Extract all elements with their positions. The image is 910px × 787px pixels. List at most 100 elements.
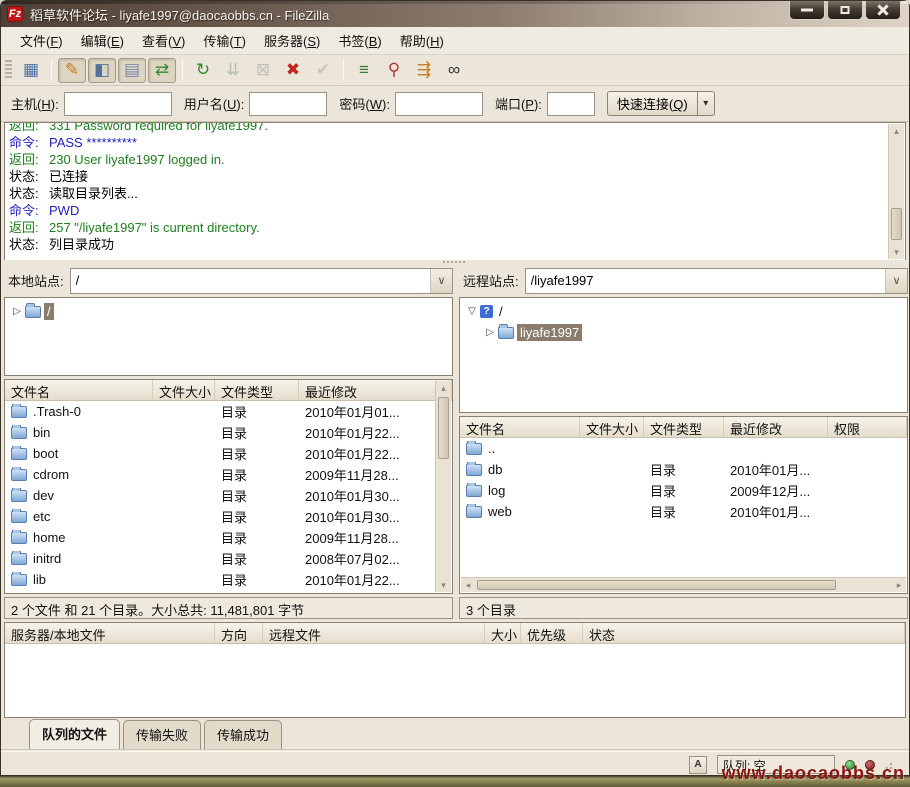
- column-header[interactable]: 远程文件: [263, 623, 485, 643]
- sync-browsing-button[interactable]: ⇶: [410, 58, 438, 83]
- scroll-down-icon[interactable]: ▾: [889, 245, 904, 259]
- home[interactable]: home 目录 2009年11月28...: [5, 527, 436, 548]
- menu-server[interactable]: 服务器(S): [255, 27, 329, 54]
- scrollbar-thumb[interactable]: [891, 208, 902, 240]
- .Trash-0[interactable]: .Trash-0 目录 2010年01月01...: [5, 401, 436, 422]
- remote-directory-tree[interactable]: ▽ ? / ▷ liyafe1997: [459, 297, 908, 413]
- scroll-right-icon[interactable]: ▸: [892, 578, 906, 592]
- column-header[interactable]: 服务器/本地文件: [5, 623, 215, 643]
- remote-tree-child-label[interactable]: liyafe1997: [517, 324, 582, 341]
- scrollbar-thumb[interactable]: [438, 397, 449, 459]
- local-file-list[interactable]: 文件名文件大小文件类型最近修改 .Trash-0 目录 2010年01月01..…: [4, 379, 453, 594]
- menu-bookmarks[interactable]: 书签(B): [329, 27, 390, 54]
- remote-tree-root[interactable]: ▽ ? /: [464, 301, 907, 322]
- message-log[interactable]: 返回: 331 Password required for liyafe1997…: [4, 122, 906, 261]
- remote-file-list[interactable]: 文件名文件大小文件类型最近修改权限 .. db 目录: [459, 416, 908, 594]
- find-files-button[interactable]: ∞: [440, 58, 468, 83]
- bin[interactable]: bin 目录 2010年01月22...: [5, 422, 436, 443]
- toggle-local-tree-button[interactable]: ◧: [88, 58, 116, 83]
- combo-arrow-icon[interactable]: ∨: [885, 269, 907, 293]
- remote-tree-child[interactable]: ▷ liyafe1997: [464, 322, 907, 343]
- cdrom[interactable]: cdrom 目录 2009年11月28...: [5, 464, 436, 485]
- quickconnect-bar: 主机(H): 用户名(U): 密码(W): 端口(P): 快速: [1, 86, 909, 122]
- maximize-button[interactable]: [827, 1, 863, 20]
- menu-transfer[interactable]: 传输(T): [194, 27, 255, 54]
- menu-file[interactable]: 文件(F): [11, 27, 72, 54]
- toggle-remote-tree-button[interactable]: ▤: [118, 58, 146, 83]
- tab-failed-transfers[interactable]: 传输失败: [123, 720, 201, 749]
- quickconnect-input[interactable]: [249, 92, 327, 116]
- expander-icon[interactable]: ▷: [9, 306, 25, 317]
- local-site-combo[interactable]: ∨: [70, 268, 453, 294]
- compare-directories-button[interactable]: ⚲: [380, 58, 408, 83]
- close-button[interactable]: [865, 1, 901, 20]
- process-queue-button[interactable]: ⇊: [219, 58, 247, 83]
- column-header[interactable]: 文件类型: [215, 380, 299, 400]
- column-header[interactable]: 优先级: [521, 623, 583, 643]
- etc[interactable]: etc 目录 2010年01月30...: [5, 506, 436, 527]
- column-header[interactable]: 方向: [215, 623, 263, 643]
- scrollbar-thumb[interactable]: [477, 580, 836, 590]
- encoding-button[interactable]: A: [689, 756, 707, 774]
- toggle-log-view-button[interactable]: ✎: [58, 58, 86, 83]
- expander-icon[interactable]: ▷: [482, 327, 498, 338]
- initrd[interactable]: initrd 目录 2008年07月02...: [5, 548, 436, 569]
- column-header[interactable]: 文件类型: [644, 417, 724, 437]
- column-header[interactable]: 最近修改: [299, 380, 452, 400]
- quickconnect-input[interactable]: [395, 92, 483, 116]
- local-tree-root[interactable]: ▷ /: [9, 301, 452, 322]
- column-header[interactable]: 大小: [485, 623, 521, 643]
- local-directory-tree[interactable]: ▷ /: [4, 297, 453, 376]
- transfer-queue[interactable]: 服务器/本地文件方向远程文件大小优先级状态: [4, 622, 906, 718]
- dev[interactable]: dev 目录 2010年01月30...: [5, 485, 436, 506]
- title-bar[interactable]: Fz 稻草软件论坛 - liyafe1997@daocaobbs.cn - Fi…: [1, 1, 909, 27]
- toolbar-grip[interactable]: [5, 60, 12, 80]
- boot[interactable]: boot 目录 2010年01月22...: [5, 443, 436, 464]
- quickconnect-input[interactable]: [547, 92, 595, 116]
- scroll-down-icon[interactable]: ▾: [436, 578, 451, 592]
- remote-list-horizontal-scrollbar[interactable]: ◂ ▸: [461, 577, 906, 592]
- cancel-operation-button[interactable]: ⊠: [249, 58, 277, 83]
- tab-queued-files[interactable]: 队列的文件: [29, 719, 120, 749]
- column-header[interactable]: 文件名: [5, 380, 153, 400]
- local-path-input[interactable]: [71, 273, 430, 288]
- column-header[interactable]: 最近修改: [724, 417, 828, 437]
- web[interactable]: web 目录 2010年01月...: [460, 501, 907, 522]
- ..[interactable]: ..: [460, 438, 907, 459]
- remote-tree-root-label[interactable]: /: [496, 303, 506, 320]
- site-manager-button[interactable]: ▦: [17, 58, 45, 83]
- folder-icon: [11, 532, 27, 544]
- quickconnect-input[interactable]: [64, 92, 172, 116]
- reconnect-button[interactable]: ✔: [309, 58, 337, 83]
- combo-arrow-icon[interactable]: ∨: [430, 269, 452, 293]
- toolbar: ▦ ✎ ◧ ▤ ⇄ ↻ ⇊ ⊠ ✖ ✔: [1, 55, 909, 86]
- disconnect-button[interactable]: ✖: [279, 58, 307, 83]
- column-header[interactable]: 文件大小: [153, 380, 215, 400]
- log-vertical-scrollbar[interactable]: ▴ ▾: [888, 124, 904, 259]
- db[interactable]: db 目录 2010年01月...: [460, 459, 907, 480]
- menu-edit[interactable]: 编辑(E): [72, 27, 133, 54]
- filter-button[interactable]: ≡: [350, 58, 378, 83]
- lib[interactable]: lib 目录 2010年01月22...: [5, 569, 436, 590]
- menu-view[interactable]: 查看(V): [133, 27, 194, 54]
- quickconnect-button[interactable]: 快速连接(Q): [607, 91, 698, 116]
- remote-site-combo[interactable]: ∨: [525, 268, 908, 294]
- column-header[interactable]: 权限: [828, 417, 907, 437]
- column-header[interactable]: 文件名: [460, 417, 580, 437]
- expander-icon[interactable]: ▽: [464, 306, 480, 317]
- menu-help[interactable]: 帮助(H): [391, 27, 453, 54]
- local-list-vertical-scrollbar[interactable]: ▴ ▾: [435, 381, 451, 592]
- scroll-left-icon[interactable]: ◂: [461, 578, 475, 592]
- quickconnect-dropdown-icon[interactable]: ▾: [698, 91, 715, 116]
- remote-path-input[interactable]: [526, 273, 885, 288]
- column-header[interactable]: 文件大小: [580, 417, 644, 437]
- log[interactable]: log 目录 2009年12月...: [460, 480, 907, 501]
- minimize-button[interactable]: [789, 1, 825, 20]
- tab-successful-transfers[interactable]: 传输成功: [204, 720, 282, 749]
- column-header[interactable]: 状态: [583, 623, 905, 643]
- local-tree-root-label[interactable]: /: [44, 303, 54, 320]
- refresh-button[interactable]: ↻: [189, 58, 217, 83]
- scroll-up-icon[interactable]: ▴: [436, 381, 451, 395]
- toggle-queue-button[interactable]: ⇄: [148, 58, 176, 83]
- scroll-up-icon[interactable]: ▴: [889, 124, 904, 138]
